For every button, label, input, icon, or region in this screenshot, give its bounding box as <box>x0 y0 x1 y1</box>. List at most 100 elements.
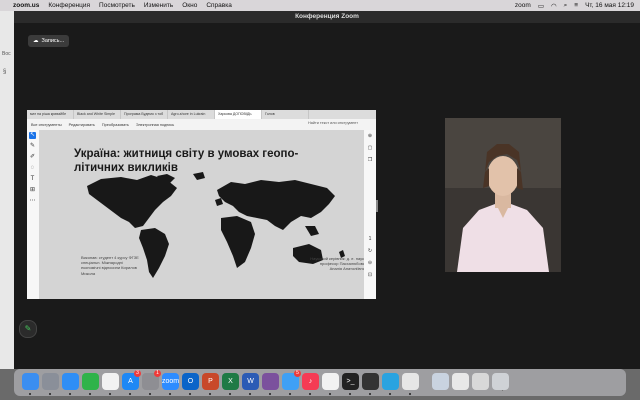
dock-running-indicator <box>389 393 391 395</box>
browser-tab[interactable]: Голов <box>262 110 309 119</box>
zoom-in-icon[interactable]: ⊕ <box>367 133 373 139</box>
browser-tab-active[interactable]: Харкова ДОПОВІДЬ <box>215 110 262 119</box>
presentation-slide: Україна: житниця світу в умовах геопо­лі… <box>39 130 365 299</box>
dock-recent-2-icon[interactable] <box>472 373 489 390</box>
participant-video[interactable] <box>445 118 561 272</box>
text-box-icon[interactable]: T <box>29 176 36 183</box>
search-icon[interactable]: ⌕ <box>564 2 568 10</box>
browser-tabs: мат на ріша кривайбе Black and White Sim… <box>27 110 376 119</box>
slide-author-text: Виконав: студент 4 курсу ФГЗЕ спеціальн.… <box>81 255 139 276</box>
battery-icon[interactable]: ▭ <box>538 2 544 10</box>
toolbar-edit[interactable]: Редактировать <box>69 123 95 127</box>
find-field[interactable]: Найти текст или инструмент <box>308 121 358 127</box>
dock-preview-icon[interactable] <box>402 373 419 390</box>
draw-icon[interactable]: ◌ <box>29 165 36 172</box>
fit-page-icon[interactable]: ⊡ <box>367 272 373 278</box>
background-window[interactable]: Вос § <box>0 11 14 369</box>
page-number-icon[interactable]: 1 <box>367 236 373 242</box>
dock-photos-icon[interactable] <box>102 373 119 390</box>
dock-running-indicator <box>349 393 351 395</box>
menu-item-edit[interactable]: Изменить <box>144 2 173 9</box>
browser-tab[interactable]: Black and White Simple <box>74 110 121 119</box>
dock-recent-1-icon[interactable] <box>452 373 469 390</box>
dock-running-indicator <box>129 393 131 395</box>
control-center-icon[interactable]: ≡ <box>574 2 578 9</box>
browser-tab[interactable]: Agro-shore in Lukrain <box>168 110 215 119</box>
dock-running-indicator <box>249 393 251 395</box>
menu-item-conference[interactable]: Конференция <box>48 2 90 9</box>
zoom-status-item[interactable]: zoom <box>515 2 531 9</box>
dock-viber-icon[interactable] <box>262 373 279 390</box>
dock-safari-icon[interactable] <box>62 373 79 390</box>
menu-app-name[interactable]: zoom.us <box>13 2 39 9</box>
dock-terminal-icon[interactable]: >_ <box>342 373 359 390</box>
menu-item-view[interactable]: Посмотреть <box>99 2 135 9</box>
dock-running-indicator <box>209 393 211 395</box>
dock-running-indicator <box>329 393 331 395</box>
annotate-pen-button[interactable]: ✎ <box>19 320 37 338</box>
left-tool-rail: ↖ ✎ ✐ ◌ T ⊞ ⋯ <box>27 130 39 299</box>
dock-downloads-icon[interactable] <box>432 373 449 390</box>
dock-excel-icon[interactable]: X <box>222 373 239 390</box>
dock-powerpoint-icon[interactable]: P <box>202 373 219 390</box>
menu-item-help[interactable]: Справка <box>206 2 232 9</box>
dock-running-indicator <box>189 393 191 395</box>
toolbar-convert[interactable]: Преобразовать <box>102 123 129 127</box>
dock-running-indicator <box>289 393 291 395</box>
dock-outlook-icon[interactable]: O <box>182 373 199 390</box>
menu-item-window[interactable]: Окно <box>182 2 197 9</box>
background-window-label: Вос <box>2 51 11 57</box>
right-tool-rail: ⊕ ▢ ❐ 1 ↻ ⊖ ⊡ <box>364 130 376 299</box>
dock-word-icon[interactable]: W <box>242 373 259 390</box>
dock-badge: 1 <box>154 370 161 377</box>
cloud-icon: ☁ <box>33 38 39 44</box>
comment-icon[interactable]: ✎ <box>29 143 36 150</box>
split-view-handle[interactable] <box>376 200 378 212</box>
dock-running-indicator <box>229 393 231 395</box>
select-cursor-icon[interactable]: ↖ <box>29 132 36 139</box>
shared-screen: мат на ріша кривайбе Black and White Sim… <box>27 110 376 299</box>
dock-music-icon[interactable]: ♪ <box>302 373 319 390</box>
dock-badge: 3 <box>134 370 141 377</box>
browser-tab[interactable]: Програма Будемо з тоб <box>121 110 168 119</box>
dock-finder-icon[interactable] <box>22 373 39 390</box>
clock[interactable]: Чт, 16 мая 12:19 <box>585 2 634 9</box>
toolbar-all-tools[interactable]: Все инструменты <box>31 123 62 127</box>
window-title: Конференция Zoom <box>295 13 359 20</box>
stamp-icon[interactable]: ⊞ <box>29 187 36 194</box>
dock-badge: 5 <box>294 370 301 377</box>
highlight-icon[interactable]: ✐ <box>29 154 36 161</box>
copy-icon[interactable]: ❐ <box>367 157 373 163</box>
menubar-status-area: zoom ▭ ◠ ⌕ ≡ Чт, 16 мая 12:19 <box>515 0 634 11</box>
dock-launchpad-icon[interactable] <box>42 373 59 390</box>
dock-trash-icon[interactable] <box>492 373 509 390</box>
dock-running-indicator <box>309 393 311 395</box>
recording-indicator[interactable]: ☁ Запись... <box>28 35 70 47</box>
dock-telegram-icon[interactable] <box>382 373 399 390</box>
background-window-mark: § <box>3 69 7 75</box>
slide-title: Україна: житниця світу в умовах геопо­лі… <box>74 148 299 174</box>
dock-running-indicator <box>49 393 51 395</box>
macos-menubar: zoom.us Конференция Посмотреть Изменить … <box>0 0 640 11</box>
dock-activity-monitor-icon[interactable] <box>362 373 379 390</box>
dock-chrome-icon[interactable] <box>322 373 339 390</box>
dock-facetime-icon[interactable] <box>82 373 99 390</box>
more-tools-icon[interactable]: ⋯ <box>29 198 36 205</box>
dock-running-indicator <box>109 393 111 395</box>
dock-running-indicator <box>269 393 271 395</box>
chat-icon[interactable]: ▢ <box>367 145 373 151</box>
dock-running-indicator <box>29 393 31 395</box>
zoom-out-icon[interactable]: ⊖ <box>367 260 373 266</box>
dock-running-indicator <box>149 393 151 395</box>
dock-zoom-icon[interactable]: zoom <box>162 373 179 390</box>
toolbar-e-sign[interactable]: Электронная подпись <box>136 123 174 127</box>
dock-running-indicator <box>169 393 171 395</box>
window-titlebar[interactable]: Конференция Zoom <box>14 11 640 23</box>
dock-running-indicator <box>69 393 71 395</box>
wifi-icon[interactable]: ◠ <box>551 2 557 10</box>
dock-running-indicator <box>89 393 91 395</box>
participant-video-frame <box>445 118 561 272</box>
browser-tab[interactable]: мат на ріша кривайбе <box>27 110 74 119</box>
refresh-icon[interactable]: ↻ <box>367 248 373 254</box>
recording-label: Запись... <box>41 38 65 44</box>
